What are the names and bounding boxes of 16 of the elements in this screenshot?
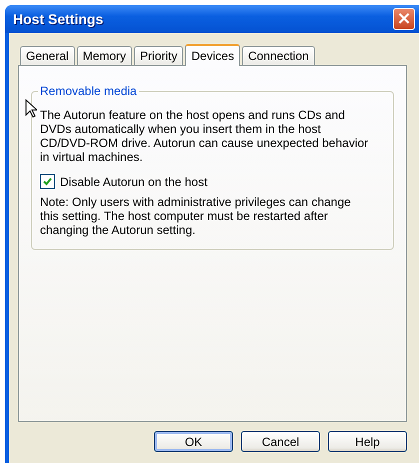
tab[interactable]: Connection — [242, 46, 315, 65]
checkbox[interactable] — [40, 174, 55, 189]
tab[interactable]: Devices — [185, 44, 240, 66]
pointer-icon — [25, 99, 37, 118]
tab[interactable]: Memory — [76, 46, 132, 65]
tab[interactable]: Priority — [134, 46, 184, 65]
dialog-button[interactable]: Help — [328, 431, 407, 452]
group-title: Removable media — [39, 84, 138, 98]
description-text: The Autorun feature on the host opens and runs CDs and DVDs automatically when you insert them in the host CD/DVD-ROM drive. Autorun can cause unexpected behavior in virtual machines. — [40, 108, 370, 164]
dialog-button[interactable]: Cancel — [241, 431, 320, 452]
note-text: Note: Only users with administrative privileges can change this setting. The host computer must be restarted after changing the Autorun setting. — [40, 195, 352, 237]
check-icon — [43, 177, 52, 186]
dialog-button[interactable]: OK — [154, 431, 233, 452]
window-title: Host Settings — [13, 11, 104, 27]
tab[interactable]: General — [20, 46, 75, 65]
checkbox-label[interactable]: Disable Autorun on the host — [60, 174, 208, 188]
